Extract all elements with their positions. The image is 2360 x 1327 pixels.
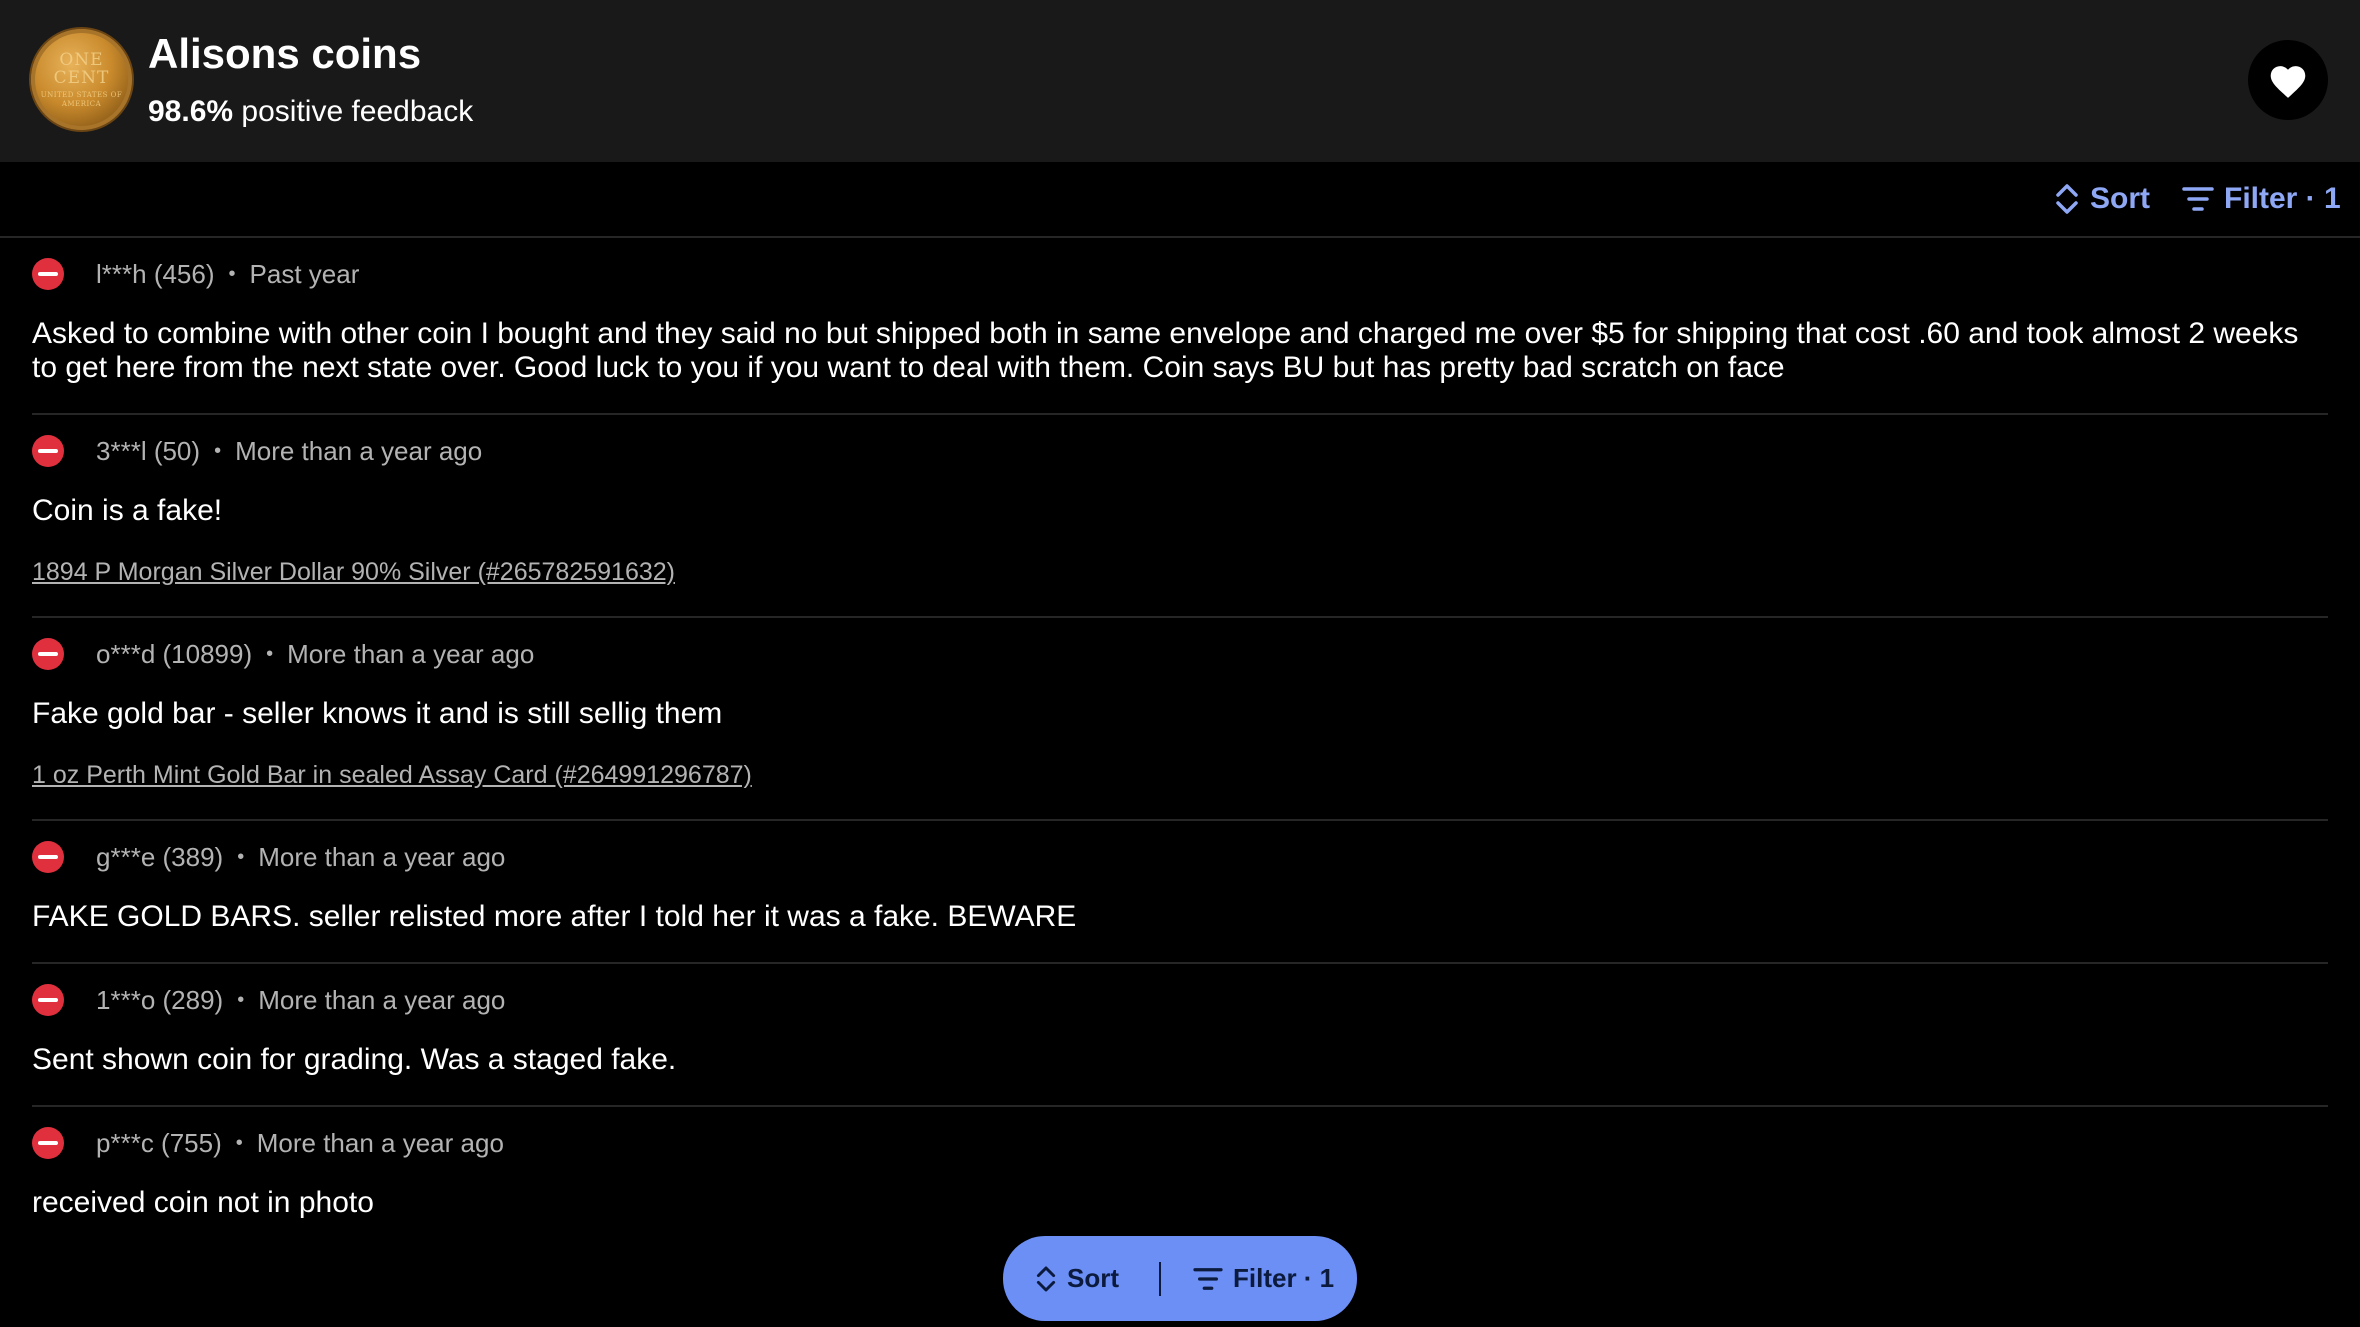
avatar-text-sub: UNITED STATES OF AMERICA [40, 90, 123, 108]
seller-avatar: ONE CENT UNITED STATES OF AMERICA [31, 29, 132, 130]
meta-separator: • [237, 988, 245, 1011]
floating-bar-divider [1159, 1262, 1161, 1296]
meta-separator: • [266, 642, 274, 665]
feedback-item: 1***o (289) • More than a year ago Sent … [32, 964, 2328, 1107]
feedback-comment: FAKE GOLD BARS. seller relisted more aft… [32, 900, 1077, 933]
feedback-user: g***e (389) [96, 841, 224, 872]
floating-filter-label: Filter · 1 [1233, 1263, 1335, 1293]
filter-button[interactable]: Filter · 1 [2182, 176, 2341, 222]
feedback-comment: Sent shown coin for grading. Was a stage… [32, 1043, 677, 1076]
seller-name: Alisons coins [148, 30, 422, 77]
negative-minus-icon [32, 1127, 64, 1159]
floating-sort-filter-bar: Sort Filter · 1 [1003, 1236, 1357, 1321]
feedback-summary: 98.6% positive feedback [148, 92, 473, 132]
feedback-time: More than a year ago [235, 435, 483, 466]
feedback-user: l***h (456) [96, 258, 215, 289]
avatar-coin-engraving: ONE CENT UNITED STATES OF AMERICA [31, 29, 132, 130]
meta-separator: • [214, 439, 222, 462]
meta-separator: • [235, 1131, 243, 1154]
feedback-percent: 98.6% [148, 95, 234, 128]
seller-header: ONE CENT UNITED STATES OF AMERICA Alison… [0, 0, 2360, 162]
sort-chevrons-icon [2056, 184, 2078, 214]
feedback-time: Past year [249, 258, 360, 289]
filter-lines-icon [2182, 187, 2214, 211]
meta-separator: • [237, 845, 245, 868]
sort-label: Sort [2090, 182, 2150, 215]
feedback-time: More than a year ago [258, 984, 506, 1015]
floating-sort-button[interactable]: Sort [1035, 1236, 1119, 1321]
sort-chevrons-icon [1036, 1266, 1056, 1291]
filter-label: Filter · 1 [2224, 182, 2341, 215]
meta-separator: • [228, 262, 236, 285]
negative-minus-icon [32, 258, 64, 290]
negative-minus-icon [32, 841, 64, 873]
feedback-item: p***c (755) • More than a year ago recei… [32, 1107, 2328, 1248]
seller-feedback-page: ONE CENT UNITED STATES OF AMERICA Alison… [0, 0, 2360, 1327]
negative-minus-icon [32, 435, 64, 467]
floating-filter-button[interactable]: Filter · 1 [1193, 1236, 1334, 1321]
save-seller-button[interactable] [2248, 40, 2328, 120]
feedback-user: o***d (10899) [96, 638, 253, 669]
feedback-user: 3***l (50) [96, 435, 201, 466]
filter-lines-icon [1193, 1267, 1223, 1290]
feedback-time: More than a year ago [256, 1127, 504, 1158]
negative-minus-icon [32, 984, 64, 1016]
feedback-user: p***c (755) [96, 1127, 222, 1158]
feedback-meta: 3***l (50) • More than a year ago [32, 433, 2328, 469]
feedback-comment: Fake gold bar - seller knows it and is s… [32, 697, 723, 730]
avatar-text-bottom: CENT [53, 67, 110, 88]
feedback-item: o***d (10899) • More than a year ago Fak… [32, 618, 2328, 821]
feedback-item: g***e (389) • More than a year ago FAKE … [32, 821, 2328, 964]
feedback-meta: 1***o (289) • More than a year ago [32, 982, 2328, 1018]
feedback-comment: received coin not in photo [32, 1186, 374, 1219]
feedback-meta: p***c (755) • More than a year ago [32, 1125, 2328, 1161]
list-toolbar: Sort Filter · 1 [0, 162, 2360, 238]
feedback-label: positive feedback [241, 95, 474, 128]
feedback-user: 1***o (289) [96, 984, 224, 1015]
feedback-time: More than a year ago [287, 638, 535, 669]
feedback-comment: Asked to combine with other coin I bough… [32, 317, 2299, 384]
heart-icon [2270, 66, 2306, 98]
feedback-item: l***h (456) • Past year Asked to combine… [32, 238, 2328, 415]
feedback-time: More than a year ago [258, 841, 506, 872]
avatar-text-top: ONE [59, 49, 104, 70]
negative-minus-icon [32, 638, 64, 670]
sort-button[interactable]: Sort [2054, 176, 2150, 222]
feedback-item-link[interactable]: 1894 P Morgan Silver Dollar 90% Silver (… [32, 556, 675, 588]
feedback-meta: g***e (389) • More than a year ago [32, 839, 2328, 875]
feedback-comment: Coin is a fake! [32, 494, 223, 527]
feedback-meta: l***h (456) • Past year [32, 256, 2328, 292]
feedback-item-link[interactable]: 1 oz Perth Mint Gold Bar in sealed Assay… [32, 759, 752, 791]
feedback-meta: o***d (10899) • More than a year ago [32, 636, 2328, 672]
feedback-item: 3***l (50) • More than a year ago Coin i… [32, 415, 2328, 618]
feedback-list: l***h (456) • Past year Asked to combine… [32, 238, 2328, 1248]
floating-sort-label: Sort [1067, 1263, 1119, 1293]
